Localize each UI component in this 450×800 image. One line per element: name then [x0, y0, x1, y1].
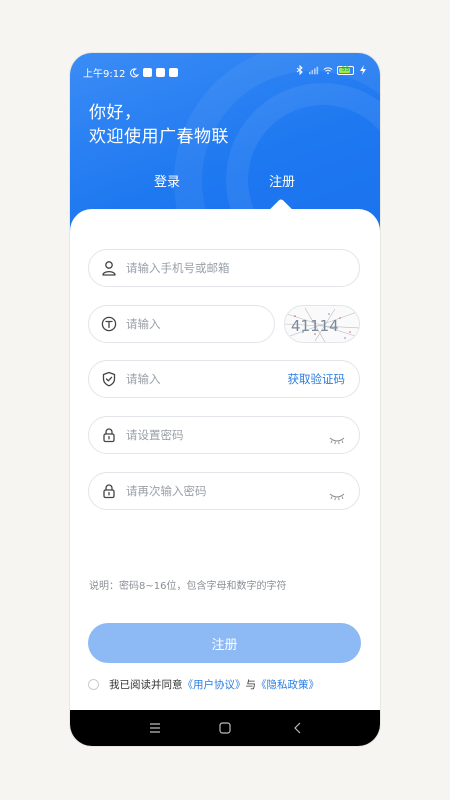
- person-icon: [100, 259, 118, 277]
- app-notification-icon: [156, 68, 166, 77]
- user-agreement-link[interactable]: 《用户协议》: [183, 677, 246, 692]
- greeting-line-1: 你好，: [89, 103, 142, 123]
- battery-icon: 55: [337, 65, 354, 75]
- menu-icon[interactable]: [149, 720, 161, 739]
- agree-checkbox[interactable]: [88, 679, 99, 690]
- password-hint: 说明：密码8~16位，包含字母和数字的字符: [89, 581, 287, 592]
- status-right: 55: [295, 65, 368, 75]
- lock-icon: [100, 482, 118, 500]
- status-bar: 上午9:12 55: [70, 53, 380, 87]
- privacy-policy-link[interactable]: 《隐私政策》: [256, 677, 319, 692]
- register-form-card: 41114 获取验证码: [70, 198, 380, 746]
- captcha-text: 41114: [291, 317, 339, 335]
- phone-screen: 上午9:12 55 你好， 欢迎使用广春物联 登录 注册 请输入手机号或邮箱 请…: [70, 53, 380, 746]
- status-time: 上午9:12: [83, 69, 126, 80]
- charging-icon: [358, 65, 368, 75]
- confirm-password-field[interactable]: [88, 472, 360, 510]
- agreement-prefix: 我已阅读并同意: [109, 679, 183, 691]
- text-t-icon: [100, 315, 118, 333]
- auth-tabs: 登录 注册: [70, 171, 380, 201]
- moon-icon: [129, 67, 140, 78]
- captcha-input[interactable]: [126, 317, 274, 331]
- shield-check-icon: [100, 370, 118, 388]
- system-navigation-bar: [70, 710, 380, 746]
- password-field[interactable]: [88, 416, 360, 454]
- eye-closed-icon[interactable]: [328, 486, 346, 501]
- signal-icon: [309, 65, 319, 75]
- status-left: 上午9:12: [83, 65, 179, 80]
- get-code-button[interactable]: 获取验证码: [288, 371, 346, 387]
- register-button[interactable]: 注册: [88, 623, 361, 663]
- password-input[interactable]: [126, 428, 328, 442]
- home-icon[interactable]: [219, 720, 231, 739]
- account-input[interactable]: [126, 261, 359, 275]
- tab-login[interactable]: 登录: [154, 171, 180, 190]
- lock-icon: [100, 426, 118, 444]
- agreement-and: 与: [245, 679, 257, 691]
- agreement-row: 我已阅读并同意 《用户协议》 与 《隐私政策》: [88, 677, 319, 692]
- sms-code-field[interactable]: 获取验证码: [88, 360, 360, 398]
- wifi-icon: [323, 65, 333, 75]
- bluetooth-icon: [295, 65, 305, 75]
- app-notification-icon: [169, 68, 179, 77]
- account-field[interactable]: [88, 249, 360, 287]
- back-icon[interactable]: [292, 720, 304, 739]
- eye-closed-icon[interactable]: [328, 430, 346, 445]
- captcha-field[interactable]: [88, 305, 275, 343]
- greeting-line-2: 欢迎使用广春物联: [89, 127, 229, 147]
- battery-level: 55: [341, 65, 350, 73]
- app-notification-icon: [143, 68, 153, 77]
- sms-code-input[interactable]: [126, 372, 288, 386]
- captcha-image[interactable]: 41114: [284, 305, 360, 343]
- greeting: 你好， 欢迎使用广春物联: [89, 101, 229, 149]
- tab-register[interactable]: 注册: [269, 171, 295, 190]
- confirm-password-input[interactable]: [126, 484, 328, 498]
